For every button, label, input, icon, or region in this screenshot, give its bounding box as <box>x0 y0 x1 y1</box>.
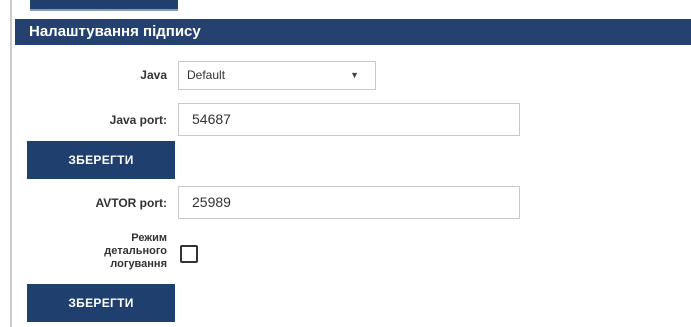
java-port-input[interactable]: 54687 <box>178 103 520 136</box>
signature-settings-page: Налаштування підпису Java Default ▼ Java… <box>0 0 691 327</box>
java-label: Java <box>140 68 167 82</box>
save-avtor-button[interactable]: ЗБЕРЕГТИ <box>27 284 175 322</box>
verbose-logging-label-line2: детального <box>104 245 167 257</box>
panel-title: Налаштування підпису <box>29 23 201 40</box>
java-select[interactable]: Default ▼ <box>178 61 376 90</box>
java-select-value: Default <box>187 68 226 82</box>
verbose-logging-label-line3: логування <box>110 258 167 270</box>
java-port-label: Java port: <box>109 113 167 127</box>
top-tab-stub <box>30 0 178 11</box>
chevron-down-icon: ▼ <box>350 70 359 80</box>
verbose-logging-label: Режим детального логування <box>60 232 167 271</box>
java-port-value: 54687 <box>192 111 231 127</box>
avtor-port-label: AVTOR port: <box>95 196 167 210</box>
left-border-divider <box>10 0 12 327</box>
avtor-port-input[interactable]: 25989 <box>178 186 520 219</box>
panel-header: Налаштування підпису <box>15 19 691 45</box>
verbose-logging-checkbox[interactable] <box>180 245 198 263</box>
avtor-port-value: 25989 <box>192 194 231 210</box>
save-java-button[interactable]: ЗБЕРЕГТИ <box>27 141 175 179</box>
verbose-logging-label-line1: Режим <box>131 232 167 244</box>
